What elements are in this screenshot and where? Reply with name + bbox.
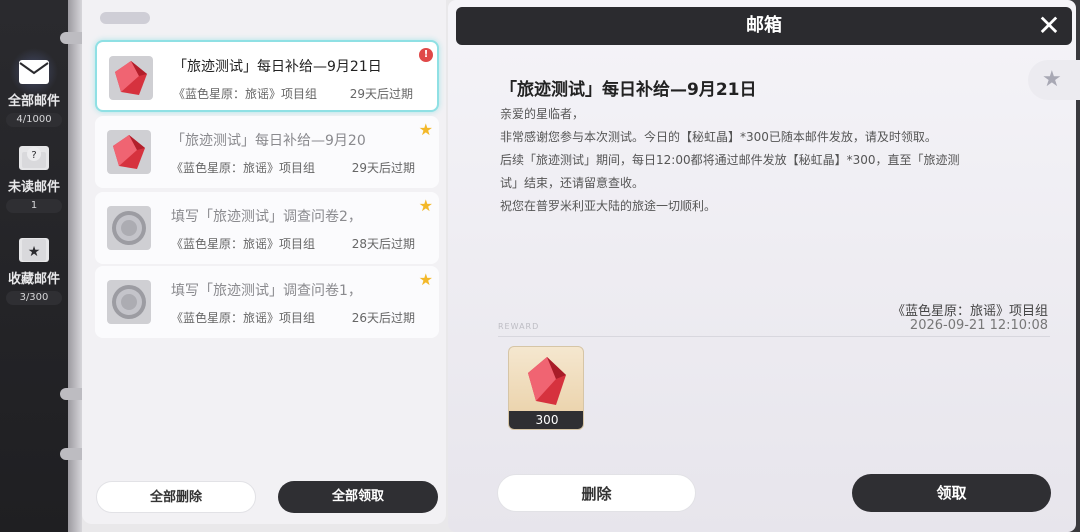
mail-expiry: 26天后过期 — [351, 311, 415, 325]
star-icon: ★ — [418, 196, 433, 215]
nav-label: 未读邮件 — [7, 180, 60, 195]
mail-title: 填写「旅迹测试」调查问卷2， — [171, 209, 362, 225]
unread-badge-icon: ! — [419, 48, 433, 62]
mail-list-item[interactable]: 「旅迹测试」每日补给—9月20 《蓝色星原：旅谣》项目组 29天后过期 ★ — [95, 116, 439, 188]
silver-coin-icon — [107, 206, 151, 250]
mailbox-header: 邮箱 ✕ — [456, 7, 1072, 45]
mail-body-line: 祝您在普罗米利亚大陆的旅途一切顺利。 — [500, 199, 717, 213]
mailbox-title: 邮箱 — [746, 15, 782, 36]
claim-button[interactable]: 领取 — [852, 474, 1051, 512]
claim-all-button[interactable]: 全部领取 — [278, 481, 438, 513]
mail-title: 「旅迹测试」每日补给—9月20 — [171, 133, 366, 149]
nav-item-favorite-mail[interactable]: ★ 收藏邮件 3/300 — [0, 238, 68, 305]
star-icon: ★ — [418, 120, 433, 139]
mail-body-line: 亲爱的星临者， — [500, 107, 585, 121]
mail-expiry: 28天后过期 — [351, 237, 415, 251]
red-crystal-icon — [528, 357, 566, 405]
mail-body-line: 非常感谢您参与本次测试。今日的【秘虹晶】*300已随本邮件发放，请及时领取。 — [500, 130, 937, 144]
reward-quantity: 300 — [509, 411, 583, 429]
svg-text:?: ? — [31, 150, 36, 161]
unread-mail-icon: ? — [19, 146, 49, 170]
nav-item-all-mail[interactable]: 全部邮件 4/1000 — [0, 48, 68, 127]
envelope-icon — [19, 60, 49, 84]
nav-count: 1 — [6, 199, 62, 213]
favorite-star-button[interactable]: ★ — [1028, 60, 1080, 100]
mail-sender: 《蓝色星原：旅谣》项目组 — [171, 237, 316, 251]
close-icon[interactable]: ✕ — [1034, 11, 1064, 41]
mail-body-line: 后续「旅迹测试」期间，每日12:00都将通过邮件发放【秘虹晶】*300，直至「旅… — [500, 153, 960, 167]
reward-label: REWARD — [498, 322, 540, 331]
mail-list-item[interactable]: 填写「旅迹测试」调查问卷1， 《蓝色星原：旅谣》项目组 26天后过期 ★ — [95, 266, 439, 338]
signature-date: 2026-09-21 12:10:08 — [909, 318, 1048, 333]
nav-count: 3/300 — [6, 291, 62, 305]
svg-text:★: ★ — [28, 244, 41, 260]
nav-item-unread-mail[interactable]: ? 未读邮件 1 — [0, 146, 68, 213]
delete-button[interactable]: 删除 — [497, 474, 696, 512]
signature-team: 《蓝色星原：旅谣》项目组 — [891, 304, 1048, 319]
silver-coin-icon — [107, 280, 151, 324]
mail-sender: 《蓝色星原：旅谣》项目组 — [173, 87, 318, 101]
nav-label: 全部邮件 — [7, 94, 60, 109]
mail-expiry: 29天后过期 — [351, 161, 415, 175]
list-tag-chip — [100, 12, 150, 24]
reward-divider — [498, 336, 1050, 337]
red-crystal-icon — [107, 130, 151, 174]
star-icon: ★ — [418, 270, 433, 289]
mail-heading: 「旅迹测试」每日补给—9月21日 — [500, 80, 757, 100]
mail-title: 填写「旅迹测试」调查问卷1， — [171, 283, 362, 299]
nav-count: 4/1000 — [6, 113, 62, 127]
delete-all-button[interactable]: 全部删除 — [96, 481, 256, 513]
mail-body-line: 试」结束，还请留意查收。 — [500, 176, 645, 190]
mail-list-item[interactable]: 「旅迹测试」每日补给—9月21日 《蓝色星原：旅谣》项目组 29天后过期 ! — [95, 40, 439, 112]
mail-sender: 《蓝色星原：旅谣》项目组 — [171, 161, 316, 175]
reward-item-red-crystal[interactable]: 300 — [508, 346, 584, 430]
mail-list-item[interactable]: 填写「旅迹测试」调查问卷2， 《蓝色星原：旅谣》项目组 28天后过期 ★ — [95, 192, 439, 264]
mail-expiry: 29天后过期 — [349, 87, 413, 101]
mail-sender: 《蓝色星原：旅谣》项目组 — [171, 311, 316, 325]
red-crystal-icon — [109, 56, 153, 100]
mail-body: 亲爱的星临者， 非常感谢您参与本次测试。今日的【秘虹晶】*300已随本邮件发放，… — [500, 103, 1030, 218]
star-box-icon: ★ — [19, 238, 49, 262]
nav-label: 收藏邮件 — [7, 272, 60, 287]
mail-title: 「旅迹测试」每日补给—9月21日 — [173, 59, 382, 75]
